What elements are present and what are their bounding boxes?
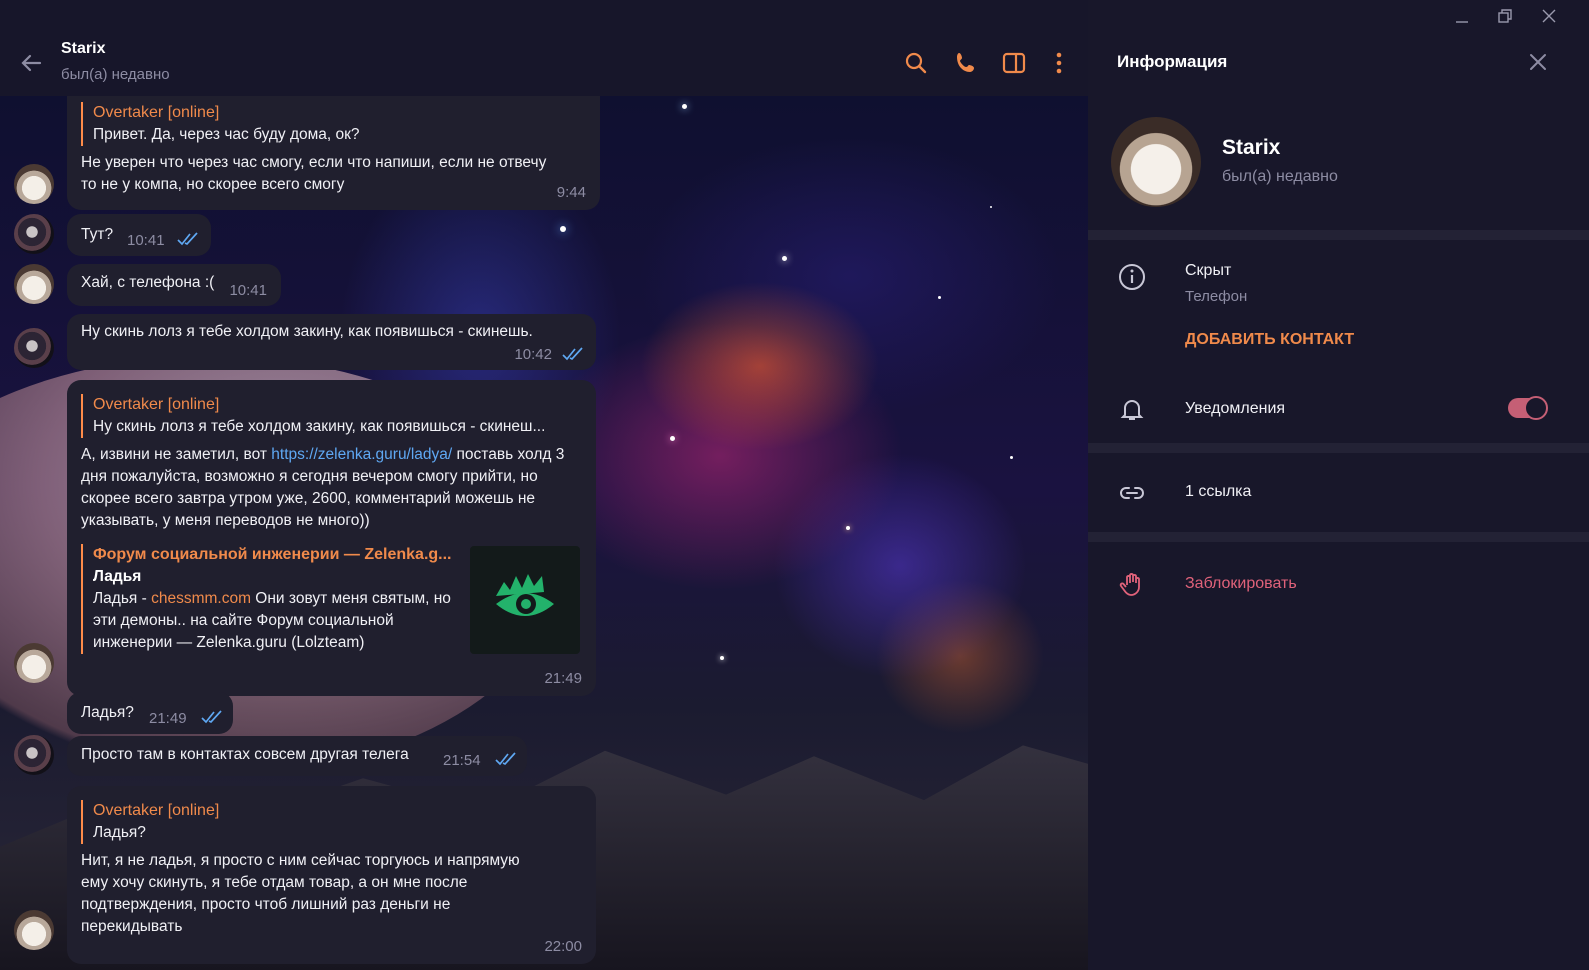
restore-icon[interactable] — [1493, 4, 1517, 28]
reply-text: Ну скинь лолз я тебе холдом закину, как … — [93, 418, 546, 435]
close-icon[interactable] — [1526, 50, 1550, 74]
message-time: 21:49 — [149, 710, 187, 727]
profile-name: Starix — [1222, 136, 1281, 159]
more-menu-icon[interactable] — [1046, 50, 1072, 76]
profile-avatar[interactable] — [1111, 117, 1201, 207]
message-text: Ну скинь лолз я тебе холдом закину, как … — [81, 323, 533, 340]
minimize-icon[interactable] — [1450, 4, 1474, 28]
reply-text: Привет. Да, через час буду дома, ок? — [93, 126, 360, 143]
read-check-icon — [201, 710, 222, 724]
message-text: Тут? — [81, 226, 114, 243]
notifications-label: Уведомления — [1185, 400, 1286, 417]
phone-value[interactable]: Скрыт — [1185, 262, 1231, 280]
message-outgoing[interactable]: Тут? 10:41 — [67, 214, 211, 256]
info-icon — [1119, 264, 1145, 290]
profile-status: был(а) недавно — [1222, 168, 1338, 185]
links-item[interactable]: 1 ссылка — [1185, 483, 1251, 501]
bell-icon — [1120, 400, 1144, 420]
message-text: Хай, с телефона :( — [81, 274, 215, 291]
message-outgoing[interactable]: Просто там в контактах совсем другая тел… — [67, 736, 527, 776]
link-icon — [1120, 487, 1144, 499]
block-button[interactable]: Заблокировать — [1185, 575, 1297, 593]
reply-author: Overtaker [online] — [93, 104, 220, 121]
read-check-icon — [177, 232, 198, 246]
link-preview[interactable]: Форум социальной инженерии — Zelenka.g..… — [81, 544, 455, 654]
notifications-toggle[interactable] — [1508, 396, 1548, 420]
message-reply-quote[interactable]: Overtaker [online] Ладья? — [81, 800, 582, 844]
message-time: 21:49 — [544, 670, 582, 687]
reply-author: Overtaker [online] — [93, 802, 220, 819]
hand-block-icon — [1119, 573, 1140, 596]
message-incoming[interactable]: Overtaker [online] Привет. Да, через час… — [67, 96, 600, 210]
phone-label: Телефон — [1185, 288, 1248, 305]
panel-title: Информация — [1117, 52, 1228, 71]
message-time: 10:41 — [229, 282, 267, 299]
chat-header: Starix был(а) недавно — [0, 0, 1100, 96]
message-text: Ладья? — [81, 704, 134, 721]
preview-link[interactable]: chessmm.com — [151, 590, 251, 607]
read-check-icon — [562, 347, 583, 361]
sidebar-toggle-icon[interactable] — [1001, 50, 1027, 76]
preview-description: Ладья - chessmm.com Они зовут меня святы… — [93, 590, 451, 651]
message-text: Не уверен что через час смогу, если что … — [81, 154, 547, 193]
avatar[interactable] — [14, 328, 54, 368]
phone-call-icon[interactable] — [953, 50, 979, 76]
avatar[interactable] — [14, 910, 54, 950]
message-text: А, извини не заметил, вот https://zelenk… — [81, 446, 565, 529]
message-text: Просто там в контактах совсем другая тел… — [81, 746, 409, 763]
message-time: 10:42 — [514, 346, 552, 363]
avatar[interactable] — [14, 214, 54, 254]
preview-site-name: Форум социальной инженерии — Zelenka.g..… — [93, 546, 452, 563]
message-incoming[interactable]: Overtaker [online] Ну скинь лолз я тебе … — [67, 380, 596, 696]
eye-logo-icon — [496, 574, 554, 616]
divider — [1088, 230, 1589, 240]
search-icon[interactable] — [903, 50, 929, 76]
message-link[interactable]: https://zelenka.guru/ladya/ — [271, 446, 452, 463]
info-panel: Информация Starix был(а) недавно Скрыт Т… — [1088, 0, 1589, 970]
message-outgoing[interactable]: Ладья? 21:49 — [67, 692, 233, 734]
preview-title: Ладья — [93, 568, 142, 585]
read-check-icon — [495, 752, 516, 766]
message-reply-quote[interactable]: Overtaker [online] Ну скинь лолз я тебе … — [81, 394, 582, 438]
message-time: 21:54 — [443, 752, 481, 769]
message-text: Нит, я не ладья, я просто с ним сейчас т… — [81, 852, 520, 935]
message-incoming[interactable]: Хай, с телефона :( 10:41 — [67, 264, 281, 306]
window-close-icon[interactable] — [1537, 4, 1561, 28]
message-incoming[interactable]: Overtaker [online] Ладья? Нит, я не ладь… — [67, 786, 596, 964]
avatar[interactable] — [14, 264, 54, 304]
add-contact-button[interactable]: ДОБАВИТЬ КОНТАКТ — [1185, 331, 1354, 349]
chat-title[interactable]: Starix — [61, 40, 105, 58]
message-time: 22:00 — [544, 938, 582, 955]
message-time: 9:44 — [556, 184, 586, 201]
avatar[interactable] — [14, 735, 54, 775]
message-time: 10:41 — [127, 232, 165, 249]
avatar[interactable] — [14, 643, 54, 683]
message-reply-quote[interactable]: Overtaker [online] Привет. Да, через час… — [81, 102, 586, 146]
divider — [1088, 532, 1589, 542]
message-outgoing[interactable]: Ну скинь лолз я тебе холдом закину, как … — [67, 314, 596, 370]
chat-status: был(а) недавно — [61, 66, 170, 83]
back-arrow-icon[interactable] — [16, 48, 46, 78]
reply-author: Overtaker [online] — [93, 396, 220, 413]
avatar[interactable] — [14, 164, 54, 204]
reply-text: Ладья? — [93, 824, 146, 841]
preview-thumbnail[interactable] — [470, 546, 580, 654]
divider — [1088, 443, 1589, 453]
